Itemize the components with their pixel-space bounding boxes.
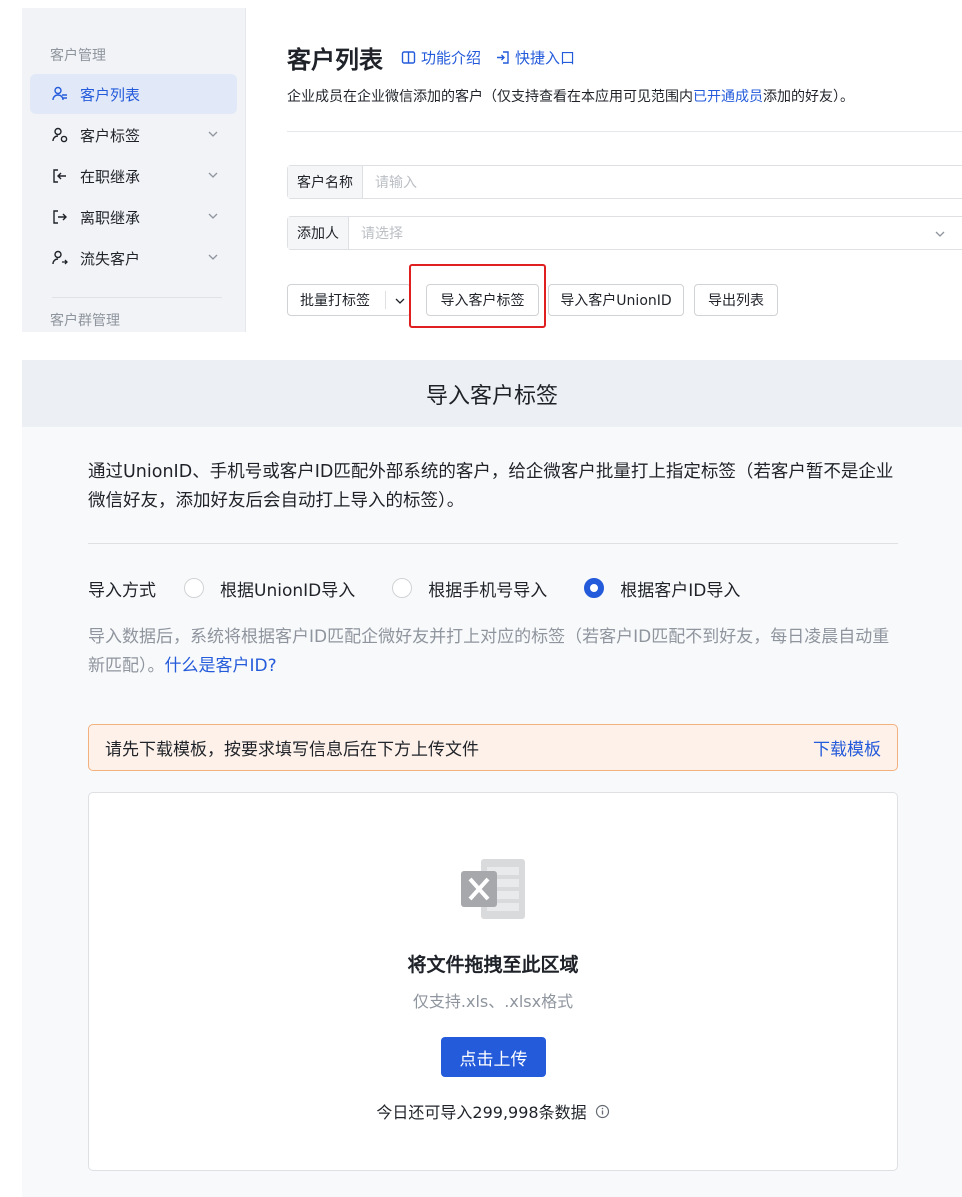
modal-divider bbox=[88, 543, 898, 544]
chevron-down-icon bbox=[935, 231, 945, 237]
subtitle-text-end: 添加的好友）。 bbox=[763, 89, 854, 105]
page-title: 客户列表 bbox=[287, 46, 383, 74]
quick-entry-label: 快捷入口 bbox=[515, 49, 576, 67]
customer-name-filter[interactable]: 客户名称 请输入 bbox=[287, 165, 962, 199]
sidebar-item-label: 客户列表 bbox=[80, 85, 141, 104]
sidebar-item-transfer-out[interactable]: 离职继承 bbox=[30, 197, 237, 237]
chevron-down-icon bbox=[208, 131, 218, 137]
sidebar-item-label: 流失客户 bbox=[80, 249, 141, 268]
download-template-link[interactable]: 下载模板 bbox=[813, 735, 881, 760]
feature-intro-link[interactable]: 功能介绍 bbox=[401, 47, 481, 68]
dropzone-format-hint: 仅支持.xls、.xlsx格式 bbox=[412, 992, 574, 1011]
modal-title: 导入客户标签 bbox=[425, 383, 558, 409]
sidebar-item-lost-customers[interactable]: 流失客户 bbox=[30, 238, 237, 278]
dropzone-title: 将文件拖拽至此区域 bbox=[407, 954, 579, 976]
quick-entry-link[interactable]: 快捷入口 bbox=[495, 47, 575, 68]
sidebar-item-label: 离职继承 bbox=[80, 208, 141, 227]
sidebar-item-customer-tags[interactable]: 客户标签 bbox=[30, 115, 237, 155]
user-tag-icon bbox=[52, 127, 68, 143]
import-method-label: 导入方式 bbox=[88, 580, 156, 601]
header-divider bbox=[287, 131, 962, 132]
sidebar-item-customer-list[interactable]: 客户列表 bbox=[30, 74, 237, 114]
radio-circle[interactable] bbox=[392, 578, 413, 598]
radio-phone[interactable]: 根据手机号导入 bbox=[392, 576, 547, 601]
feature-intro-label: 功能介绍 bbox=[421, 49, 482, 67]
sidebar-group-customer-management: 客户管理 bbox=[50, 48, 106, 64]
radio-circle-selected[interactable] bbox=[584, 578, 605, 598]
sidebar-divider bbox=[52, 297, 222, 298]
button-separator bbox=[385, 291, 386, 309]
batch-tag-label: 批量打标签 bbox=[300, 293, 370, 309]
sidebar: 客户管理 客户列表 客户标签 在职继承 离职继承 流失客户 客户群管理 bbox=[22, 8, 246, 332]
transfer-in-icon bbox=[52, 168, 68, 184]
excel-file-icon bbox=[461, 859, 525, 919]
radio-unionid-label: 根据UnionID导入 bbox=[220, 580, 356, 601]
activated-members-link[interactable]: 已开通成员 bbox=[693, 89, 763, 105]
info-icon[interactable] bbox=[595, 1104, 610, 1119]
import-unionid-button[interactable]: 导入客户UnionID bbox=[548, 284, 684, 316]
modal-header: 导入客户标签 bbox=[22, 360, 962, 427]
radio-circle[interactable] bbox=[184, 578, 204, 598]
chevron-down-icon bbox=[208, 172, 218, 178]
transfer-out-icon bbox=[52, 209, 68, 225]
page-subtitle: 企业成员在企业微信添加的客户（仅支持查看在本应用可见范围内已开通成员添加的好友）… bbox=[287, 86, 854, 106]
sidebar-item-label: 客户标签 bbox=[80, 126, 141, 145]
upload-button[interactable]: 点击上传 bbox=[441, 1037, 546, 1077]
customer-name-input[interactable]: 请输入 bbox=[363, 172, 417, 192]
radio-customer-id-label: 根据客户ID导入 bbox=[620, 580, 741, 601]
user-list-icon bbox=[52, 86, 68, 102]
sidebar-item-transfer-in[interactable]: 在职继承 bbox=[30, 156, 237, 196]
sidebar-item-label: 在职继承 bbox=[80, 167, 141, 186]
highlight-box bbox=[409, 264, 546, 328]
notice-text: 请先下载模板，按要求填写信息后在下方上传文件 bbox=[105, 740, 479, 760]
book-icon bbox=[401, 51, 416, 64]
enter-icon bbox=[497, 51, 509, 64]
chevron-down-icon bbox=[208, 213, 218, 219]
adder-select[interactable]: 请选择 bbox=[349, 223, 403, 243]
import-quota: 今日还可导入299,998条数据 bbox=[89, 1099, 897, 1123]
export-list-button[interactable]: 导出列表 bbox=[694, 284, 778, 316]
customer-list-screenshot: 客户管理 客户列表 客户标签 在职继承 离职继承 流失客户 客户群管理 客户列表… bbox=[0, 0, 962, 335]
subtitle-text: 企业成员在企业微信添加的客户（仅支持查看在本应用可见范围内 bbox=[287, 89, 693, 105]
import-hint: 导入数据后，系统将根据客户ID匹配企微好友并打上对应的标签（若客户ID匹配不到好… bbox=[88, 623, 898, 681]
adder-label: 添加人 bbox=[288, 217, 349, 249]
radio-phone-label: 根据手机号导入 bbox=[428, 580, 548, 601]
batch-tag-button[interactable]: 批量打标签 bbox=[287, 284, 411, 316]
sidebar-group-group-management: 客户群管理 bbox=[50, 313, 120, 329]
user-lost-icon bbox=[52, 250, 68, 266]
quota-text: 今日还可导入299,998条数据 bbox=[376, 1103, 587, 1122]
what-is-customer-id-link[interactable]: 什么是客户ID? bbox=[165, 656, 277, 676]
modal-description: 通过UnionID、手机号或客户ID匹配外部系统的客户，给企微客户批量打上指定标… bbox=[88, 462, 894, 511]
customer-name-label: 客户名称 bbox=[288, 166, 363, 198]
file-dropzone[interactable]: 将文件拖拽至此区域 仅支持.xls、.xlsx格式 点击上传 今日还可导入299… bbox=[88, 792, 898, 1171]
chevron-down-icon bbox=[208, 254, 218, 260]
template-notice: 请先下载模板，按要求填写信息后在下方上传文件 下载模板 bbox=[88, 724, 898, 771]
adder-filter[interactable]: 添加人 请选择 bbox=[287, 216, 962, 250]
import-method-row: 导入方式 根据UnionID导入 根据手机号导入 根据客户ID导入 bbox=[88, 575, 777, 601]
radio-customer-id[interactable]: 根据客户ID导入 bbox=[584, 576, 740, 601]
radio-unionid[interactable]: 根据UnionID导入 bbox=[184, 576, 355, 601]
chevron-down-icon[interactable] bbox=[394, 295, 406, 307]
